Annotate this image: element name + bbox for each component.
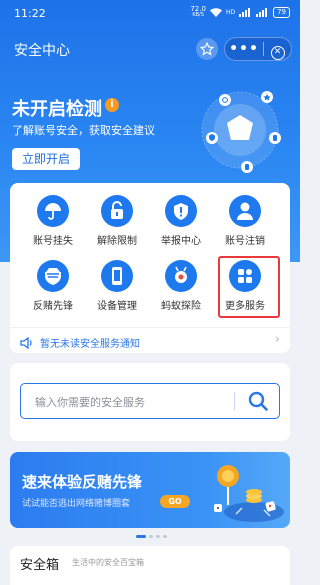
service-ant-adventure[interactable]: 蚂蚁探险 [150,260,212,312]
anti-gambling-shield-icon [37,260,69,292]
signal-icon [239,7,252,17]
close-button[interactable]: ✕ [264,39,291,60]
security-shield-illustration [201,91,281,173]
banner-subtitle: 试试能否逃出网络赌博圈套 [22,499,131,509]
mini-app-capsule: ••• ✕ [224,37,292,61]
report-shield-icon [165,195,197,227]
detection-subline: 了解账号安全，获取安全建议 [12,124,155,137]
more-services-highlight-box [218,256,280,318]
pager-dot [149,535,153,538]
service-account-loss-report[interactable]: 账号挂失 [22,195,84,247]
chevron-right-icon: › [274,332,280,347]
service-account-cancellation[interactable]: 账号注销 [214,195,276,247]
pager-dot [163,535,167,538]
info-icon[interactable]: i [105,98,119,112]
speaker-icon [20,334,34,353]
search-card: 输入你需要的安全服务 [10,363,290,441]
detection-status-headline: 未开启检测 [12,99,102,120]
safety-box-section[interactable]: 安全箱 生活中的安全百宝箱 [10,546,290,585]
hd-icon: HD [225,8,236,16]
enable-now-button[interactable]: 立即开启 [12,148,80,170]
umbrella-icon [37,195,69,227]
pager-dot [156,535,160,538]
phone-device-icon [101,260,133,292]
more-menu-button[interactable]: ••• [225,39,263,59]
section-title: 安全箱 [20,558,60,573]
section-subtitle: 生活中的安全百宝箱 [72,558,144,567]
notice-text: 暂无未读安全服务通知 [40,339,140,350]
unlock-icon [101,195,133,227]
ant-icon [165,260,197,292]
anti-gambling-banner[interactable]: 速来体验反赌先锋 试试能否逃出网络赌博圈套 GO [10,452,290,528]
gambling-trap-illustration [214,465,284,522]
user-icon [229,195,261,227]
close-icon: ✕ [270,45,285,60]
network-speed: 72.0 KB/S [190,5,206,18]
pager-dot-active [136,535,146,538]
search-divider [234,392,235,410]
service-remove-restriction[interactable]: 解除限制 [86,195,148,247]
battery-icon: 79 [273,6,290,18]
page-title: 安全中心 [14,43,70,59]
star-icon [199,41,215,56]
status-bar: 11:22 72.0 KB/S HD 79 [0,0,300,28]
signal-icon-2 [256,7,269,17]
security-notice-bar[interactable]: 暂无未读安全服务通知 › [10,327,290,353]
status-time: 11:22 [14,7,46,20]
search-input[interactable]: 输入你需要的安全服务 [20,383,280,419]
search-icon[interactable] [247,390,269,416]
favorite-star-button[interactable] [196,38,218,60]
service-report-center[interactable]: 举报中心 [150,195,212,247]
wifi-icon [209,7,222,17]
banner-title: 速来体验反赌先锋 [22,473,143,491]
go-badge[interactable]: GO [160,495,190,508]
service-anti-gambling[interactable]: 反赌先锋 [22,260,84,312]
search-placeholder: 输入你需要的安全服务 [35,396,145,409]
banner-pager [136,535,167,538]
service-device-management[interactable]: 设备管理 [86,260,148,312]
